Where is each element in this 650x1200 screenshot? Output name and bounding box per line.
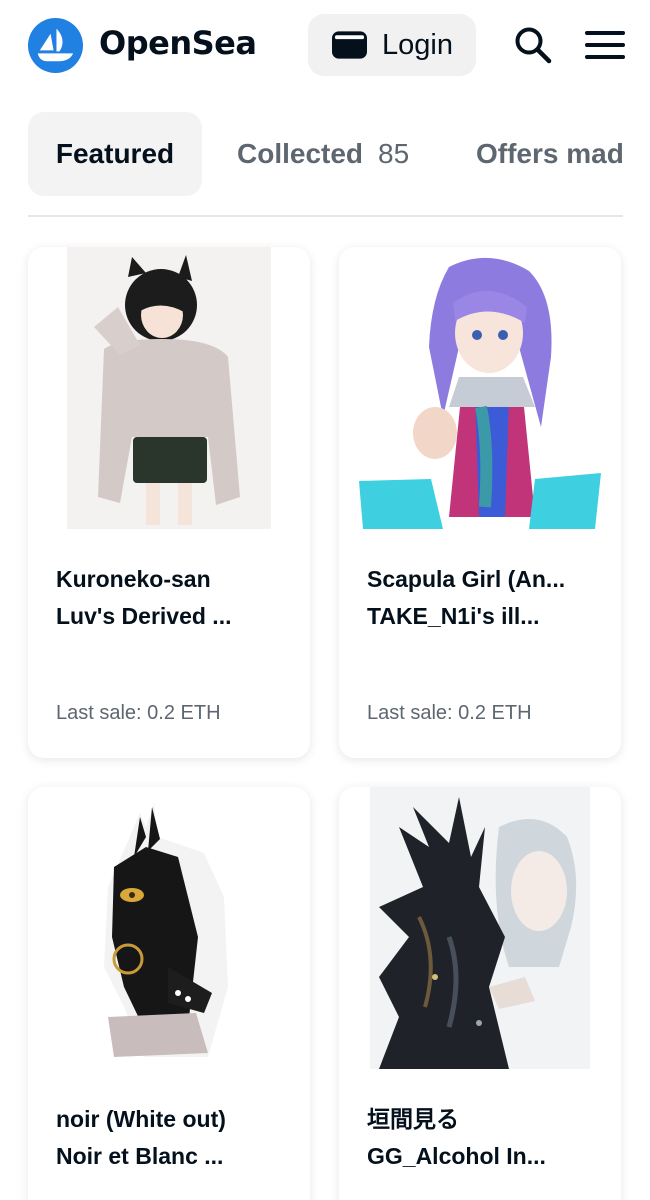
tab-offers-made[interactable]: Offers mad: [476, 112, 623, 196]
nft-title: Kuroneko-san: [56, 566, 211, 592]
tab-featured[interactable]: Featured: [28, 112, 202, 196]
tab-count: 85: [378, 138, 410, 169]
nft-title: noir (White out): [56, 1106, 226, 1132]
nft-collection: GG_Alcohol In...: [367, 1143, 546, 1169]
top-nav-bar: OpenSea Login: [0, 0, 650, 92]
nft-title: 垣間見る: [367, 1106, 459, 1132]
search-icon[interactable]: [514, 26, 552, 64]
tabs-divider: [28, 215, 623, 217]
tab-label: Offers mad: [476, 138, 623, 169]
nft-collection: Luv's Derived ...: [56, 603, 232, 629]
last-sale: Last sale: 0.2 ETH: [56, 702, 221, 724]
nft-card[interactable]: Scapula Girl (An... TAKE_N1i's ill... La…: [339, 247, 621, 758]
last-sale: Last sale: 0.2 ETH: [367, 702, 532, 724]
nft-collection: Noir et Blanc ...: [56, 1143, 224, 1169]
menu-icon[interactable]: [585, 30, 625, 60]
opensea-logo-icon[interactable]: [28, 18, 83, 73]
profile-tabs: Featured Collected 85 Offers mad: [28, 112, 623, 196]
login-label: Login: [382, 28, 453, 61]
nft-artwork-image: [28, 247, 310, 529]
nft-artwork-image: [28, 787, 310, 1069]
tab-collected[interactable]: Collected 85: [237, 112, 409, 196]
nft-card[interactable]: Kuroneko-san Luv's Derived ... Last sale…: [28, 247, 310, 758]
nft-title: Scapula Girl (An...: [367, 566, 566, 592]
nft-artwork-image: [339, 247, 621, 529]
login-button[interactable]: Login: [308, 14, 476, 76]
nft-artwork-image: [339, 787, 621, 1069]
nft-card[interactable]: noir (White out) Noir et Blanc ...: [28, 787, 310, 1200]
tab-label: Featured: [55, 138, 175, 169]
nft-collection: TAKE_N1i's ill...: [367, 603, 540, 629]
brand-name[interactable]: OpenSea: [99, 24, 257, 62]
tab-label: Collected: [237, 138, 364, 169]
opensea-profile-page: OpenSea Login Featured Collected 85 Offe…: [0, 0, 650, 1200]
nft-card[interactable]: 垣間見る GG_Alcohol In...: [339, 787, 621, 1200]
wallet-icon: [332, 31, 367, 59]
